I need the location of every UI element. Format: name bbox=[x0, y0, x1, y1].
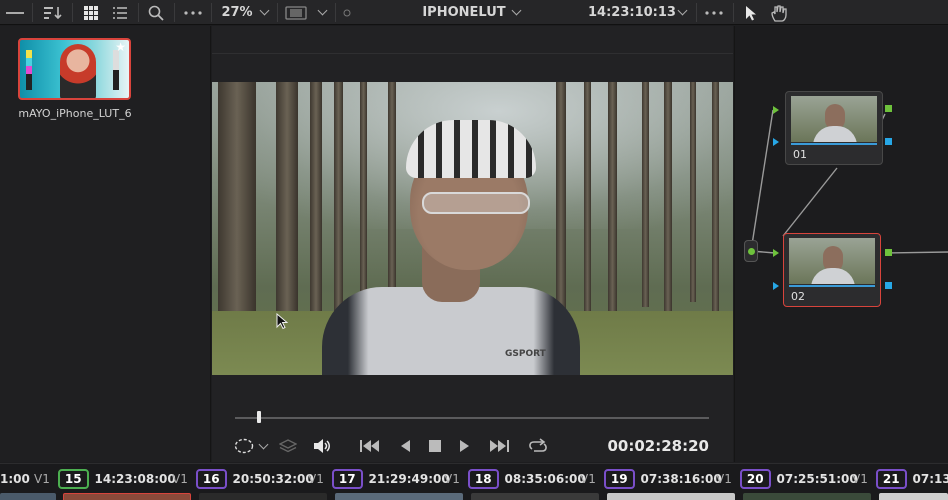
media-pool-panel: ★ mAYO_iPhone_LUT_6 bbox=[0, 26, 211, 462]
timeline-thumb[interactable] bbox=[607, 493, 735, 500]
video-frame[interactable]: GSPORT bbox=[212, 82, 733, 375]
timeline-thumb[interactable] bbox=[0, 493, 56, 500]
viewer-more-icon[interactable] bbox=[702, 0, 726, 25]
favorite-star-icon: ★ bbox=[115, 40, 126, 54]
top-toolbar: 27% IPHONELUT 14:23:10:13 bbox=[0, 0, 948, 25]
node-01-input-key[interactable] bbox=[773, 138, 779, 146]
clip-number-badge: 15 bbox=[57, 469, 89, 489]
timeline-clip-20[interactable]: V1 20 07:25:51:00 bbox=[716, 468, 858, 490]
node-label: 01 bbox=[793, 148, 807, 161]
timeline-thumb[interactable] bbox=[879, 493, 948, 500]
timeline-clip-19[interactable]: V1 19 07:38:16:00 bbox=[580, 468, 722, 490]
node-01[interactable]: 01 bbox=[785, 91, 883, 165]
clip-title: IPHONELUT bbox=[422, 5, 506, 20]
mouse-cursor-icon bbox=[276, 313, 288, 330]
transport-controls: 00:02:28:20 bbox=[212, 431, 733, 461]
timeline-thumb[interactable] bbox=[335, 493, 463, 500]
clip-number-badge: 18 bbox=[467, 469, 499, 489]
timeline-lead-timecode: 1:00 bbox=[0, 472, 30, 486]
layers-icon[interactable] bbox=[276, 431, 300, 461]
play-reverse-icon[interactable] bbox=[394, 431, 416, 461]
status-dot-icon bbox=[341, 0, 353, 25]
media-clip-thumbnail[interactable]: ★ bbox=[18, 38, 131, 100]
source-node[interactable] bbox=[744, 240, 758, 262]
timeline-thumb-selected[interactable] bbox=[63, 493, 191, 500]
node-01-output-key[interactable] bbox=[885, 138, 892, 145]
zoom-dropdown-icon[interactable] bbox=[256, 0, 272, 25]
timeline-thumb[interactable] bbox=[471, 493, 599, 500]
timeline-clip-18[interactable]: V1 18 08:35:06:00 bbox=[444, 468, 586, 490]
timeline-thumb[interactable] bbox=[743, 493, 871, 500]
skip-back-icon[interactable] bbox=[358, 431, 382, 461]
loop-region-icon[interactable] bbox=[232, 431, 256, 461]
search-icon[interactable] bbox=[144, 0, 168, 25]
timeline-clip-16[interactable]: V1 16 20:50:32:00 bbox=[172, 468, 314, 490]
clip-number-badge: 17 bbox=[331, 469, 363, 489]
skip-forward-icon[interactable] bbox=[486, 431, 512, 461]
timeline-thumb[interactable] bbox=[199, 493, 327, 500]
clip-number-badge: 20 bbox=[739, 469, 771, 489]
clip-title-dropdown-icon[interactable] bbox=[508, 0, 524, 25]
layout-dropdown-icon[interactable] bbox=[314, 0, 330, 25]
play-icon[interactable] bbox=[454, 431, 476, 461]
viewer-layout-icon[interactable] bbox=[282, 0, 310, 25]
more-icon[interactable] bbox=[180, 0, 206, 25]
timeline-clip-15[interactable]: V1 15 14:23:08:00 bbox=[34, 468, 176, 490]
node-02-output-rgb[interactable] bbox=[885, 249, 892, 256]
node-01-output-rgb[interactable] bbox=[885, 105, 892, 112]
pointer-icon[interactable] bbox=[740, 0, 762, 25]
loop-dropdown-icon[interactable] bbox=[256, 431, 270, 461]
stop-icon[interactable] bbox=[424, 431, 446, 461]
hand-icon[interactable] bbox=[766, 0, 792, 25]
viewer-timecode: 00:02:28:20 bbox=[607, 437, 710, 455]
clip-number-badge: 19 bbox=[603, 469, 635, 489]
timeline-clip-21[interactable]: V1 21 07:13:5 bbox=[852, 468, 948, 490]
viewer-panel: GSPORT 00:02:28:20 bbox=[212, 26, 733, 462]
node-editor-panel: 01 02 bbox=[734, 26, 948, 462]
volume-icon[interactable] bbox=[310, 431, 334, 461]
grid-view-icon[interactable] bbox=[78, 0, 104, 25]
node-label: 02 bbox=[791, 290, 805, 303]
node-02-output-key[interactable] bbox=[885, 282, 892, 289]
media-clip-name: mAYO_iPhone_LUT_6 bbox=[18, 107, 132, 120]
timecode-dropdown-icon[interactable] bbox=[674, 0, 690, 25]
panel-collapse-icon[interactable] bbox=[4, 0, 26, 25]
node-02-input-rgb[interactable] bbox=[773, 249, 779, 257]
zoom-level[interactable]: 27% bbox=[220, 0, 254, 25]
scrubber-playhead[interactable] bbox=[256, 411, 261, 423]
loop-icon[interactable] bbox=[526, 431, 550, 461]
node-01-input-rgb[interactable] bbox=[773, 106, 779, 114]
shirt-brand-text: GSPORT bbox=[505, 349, 546, 359]
scrubber-track[interactable] bbox=[235, 417, 709, 419]
timeline-clip-17[interactable]: V1 17 21:29:49:00 bbox=[308, 468, 450, 490]
clip-timeline: 1:00 V1 15 14:23:08:00 V1 16 20:50:32:00… bbox=[0, 463, 948, 500]
list-view-icon[interactable] bbox=[108, 0, 132, 25]
node-02-input-key[interactable] bbox=[773, 282, 779, 290]
clip-number-badge: 21 bbox=[875, 469, 907, 489]
sort-icon[interactable] bbox=[40, 0, 66, 25]
clip-number-badge: 16 bbox=[195, 469, 227, 489]
node-02[interactable]: 02 bbox=[783, 233, 881, 307]
toolbar-timecode: 14:23:10:13 bbox=[588, 5, 676, 20]
